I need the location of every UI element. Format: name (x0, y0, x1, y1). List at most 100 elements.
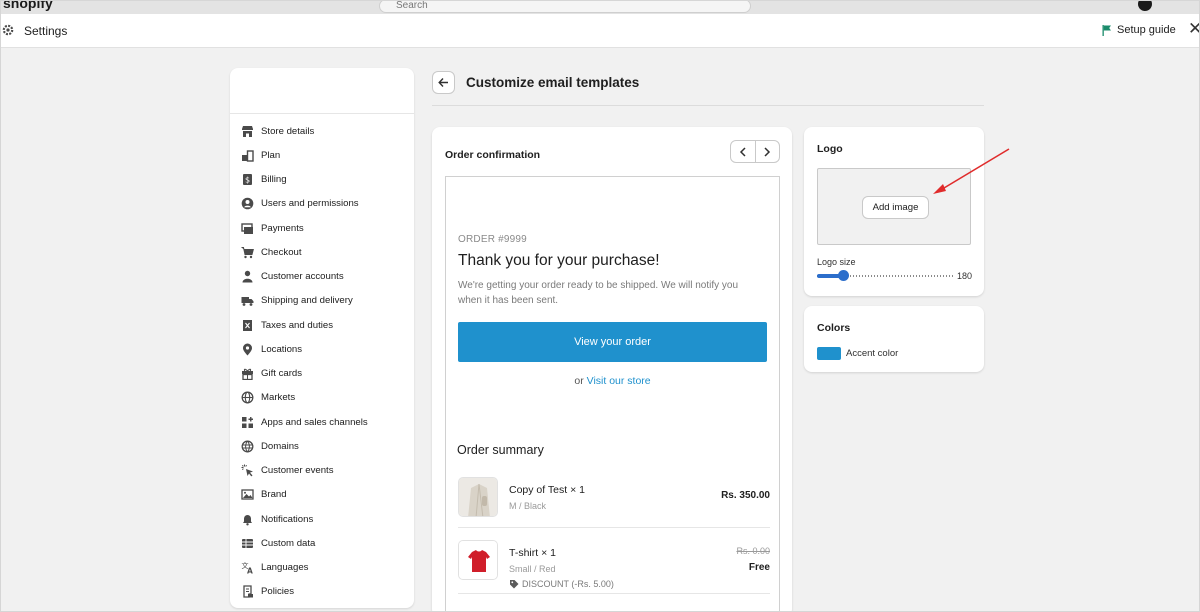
sidebar-item-languages[interactable]: 文A Languages (230, 556, 414, 580)
sidebar-item-label: Customer accounts (261, 271, 344, 283)
sidebar-item-label: Shipping and delivery (261, 295, 353, 307)
tag-icon (510, 580, 519, 589)
globe-icon (241, 391, 254, 404)
sidebar-item-label: Billing (261, 174, 287, 186)
visit-store-link[interactable]: Visit our store (587, 375, 651, 387)
sidebar-item-domains[interactable]: Domains (230, 434, 414, 458)
item-discount: DISCOUNT (-Rs. 5.00) (509, 579, 614, 589)
sidebar-item-custom-data[interactable]: Custom data (230, 531, 414, 555)
truck-icon (241, 297, 254, 307)
list-item: Copy of Test × 1 M / Black Rs. 350.00 (458, 477, 770, 521)
cart-icon (241, 246, 254, 259)
logo-size-value: 180 (957, 271, 973, 281)
colors-title: Colors (817, 322, 851, 334)
bell-icon (243, 514, 252, 526)
sidebar-item-notifications[interactable]: Notifications (230, 507, 414, 531)
page-title: Customize email templates (466, 75, 640, 90)
back-button[interactable] (432, 71, 455, 94)
divider (432, 105, 984, 106)
sidebar-item-users-and-permissions[interactable]: Users and permissions (230, 192, 414, 216)
gear-icon (2, 24, 14, 36)
sidebar-item-customer-accounts[interactable]: Customer accounts (230, 265, 414, 289)
policy-icon (243, 585, 253, 599)
sidebar-item-customer-events[interactable]: Customer events (230, 459, 414, 483)
add-image-button[interactable]: Add image (862, 196, 929, 219)
sidebar-item-store-details[interactable]: Store details (230, 119, 414, 143)
item-name: Copy of Test × 1 (509, 484, 585, 496)
email-preview-card: Order confirmation ORDER #9999 Thank you… (432, 127, 792, 611)
item-price: Rs. 350.00 (721, 490, 770, 501)
logo-size-label: Logo size (817, 257, 856, 267)
brand-logo[interactable]: shopify (3, 1, 53, 11)
sidebar-item-label: Policies (261, 586, 295, 598)
sidebar-item-label: Users and permissions (261, 198, 359, 210)
app-window: shopify Search Settings Setup guide ✕ St… (0, 0, 1200, 612)
logo-size-slider[interactable] (817, 270, 954, 282)
view-order-button[interactable]: View your order (458, 322, 767, 362)
item-variant: M / Black (509, 501, 547, 511)
sidebar-item-billing[interactable]: $ Billing (230, 168, 414, 192)
email-heading: Thank you for your purchase! (458, 252, 660, 269)
next-template-button[interactable] (754, 141, 780, 162)
template-pager (730, 140, 780, 163)
sidebar-item-label: Domains (261, 440, 299, 452)
svg-text:$: $ (245, 176, 250, 185)
sidebar-item-label: Plan (261, 149, 281, 161)
sidebar-item-label: Notifications (261, 513, 314, 525)
payments-icon (241, 222, 253, 234)
sidebar-item-shipping-and-delivery[interactable]: Shipping and delivery (230, 289, 414, 313)
order-summary-title: Order summary (457, 443, 544, 457)
sidebar-nav: Store details Plan $ Billing Users and p… (230, 114, 414, 604)
sidebar-item-policies[interactable]: Policies (230, 580, 414, 604)
sidebar-item-apps-and-sales-channels[interactable]: Apps and sales channels (230, 410, 414, 434)
chevron-right-icon (764, 146, 771, 157)
accent-color-swatch[interactable] (817, 347, 841, 360)
email-body-text: We're getting your order ready to be shi… (458, 280, 739, 306)
sidebar-item-label: Taxes and duties (261, 319, 333, 331)
sidebar-item-markets[interactable]: Markets (230, 386, 414, 410)
product-thumbnail (458, 477, 498, 517)
store-icon (242, 125, 253, 137)
person-icon (242, 270, 253, 283)
sidebar-item-label: Custom data (261, 537, 316, 549)
accent-color-label: Accent color (846, 348, 899, 359)
sidebar-item-plan[interactable]: Plan (230, 143, 414, 167)
sidebar-item-payments[interactable]: Payments (230, 216, 414, 240)
user-circle-icon (241, 198, 254, 210)
slider-handle[interactable] (837, 270, 849, 281)
settings-title: Settings (24, 24, 68, 38)
setup-guide-button[interactable]: Setup guide (1102, 24, 1176, 36)
sidebar-item-taxes-and-duties[interactable]: Taxes and duties (230, 313, 414, 337)
sidebar-item-label: Payments (261, 222, 304, 234)
sidebar-item-label: Apps and sales channels (261, 416, 368, 428)
sidebar-store-header (230, 68, 414, 114)
close-icon[interactable]: ✕ (1188, 19, 1199, 39)
annotation-arrow (933, 148, 1010, 194)
apps-icon (242, 416, 253, 428)
domain-globe-icon (241, 440, 254, 453)
custom-data-icon (242, 538, 253, 548)
settings-header: Settings Setup guide ✕ (1, 14, 1199, 48)
visit-store-line: or Visit our store (446, 375, 779, 387)
svg-text:A: A (247, 567, 253, 575)
product-thumbnail (458, 540, 498, 580)
plan-icon (242, 150, 254, 162)
search-bar[interactable]: Search (379, 1, 751, 13)
sidebar-item-checkout[interactable]: Checkout (230, 240, 414, 264)
item-original-price: Rs. 0.00 (736, 546, 770, 556)
sidebar-item-locations[interactable]: Locations (230, 337, 414, 361)
billing-icon: $ (243, 174, 252, 186)
sidebar-item-label: Gift cards (261, 368, 303, 380)
sidebar-item-label: Locations (261, 343, 303, 355)
sidebar-item-brand[interactable]: Brand (230, 483, 414, 507)
previous-template-button[interactable] (731, 141, 755, 162)
avatar[interactable] (1138, 1, 1152, 11)
sidebar-item-label: Customer events (261, 465, 334, 477)
sidebar-item-gift-cards[interactable]: Gift cards (230, 362, 414, 386)
template-name: Order confirmation (445, 149, 541, 161)
item-name: T-shirt × 1 (509, 547, 556, 559)
sidebar-item-label: Languages (261, 562, 309, 574)
flag-icon (1102, 24, 1111, 36)
sidebar-item-label: Brand (261, 489, 287, 501)
arrow-left-icon (438, 78, 448, 87)
